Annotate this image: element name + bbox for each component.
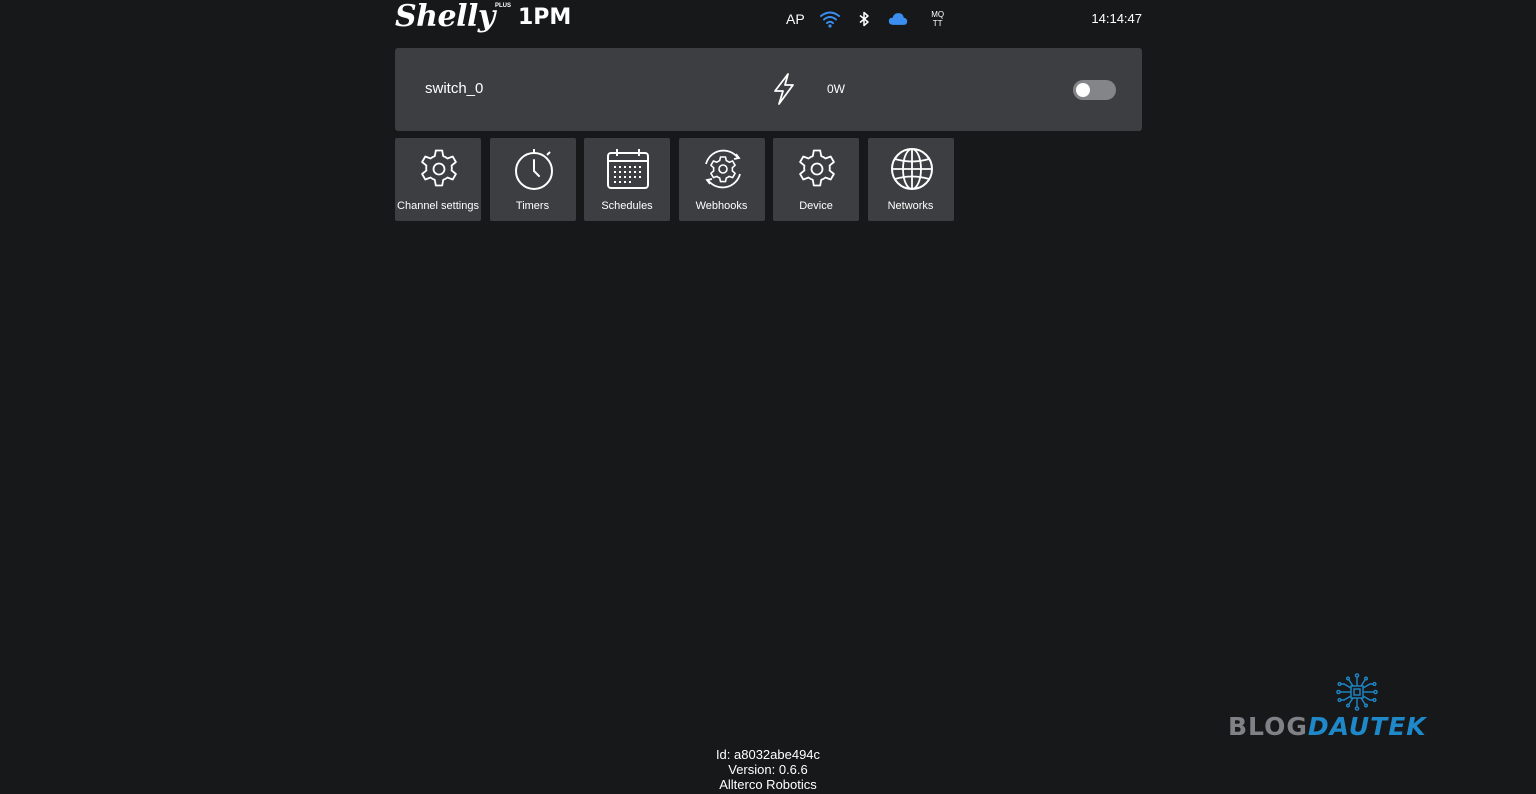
status-icons: AP MQ TT — [786, 8, 948, 30]
chip-icon — [1336, 673, 1378, 711]
blogdautek-watermark: BLOGDAUTEK — [1228, 672, 1484, 748]
menu-tiles: Channel settings Timers Schedules Webhoo… — [395, 138, 962, 221]
watermark-text: BLOGDAUTEK — [1228, 712, 1427, 741]
tile-label: Networks — [887, 200, 934, 212]
ap-status: AP — [786, 11, 805, 27]
globe-icon — [890, 148, 933, 190]
tile-label: Channel settings — [397, 200, 479, 212]
power-icon — [774, 73, 794, 105]
switch-card: switch_0 0W — [395, 48, 1142, 131]
logo-model: 1PM — [518, 5, 572, 30]
cloud-icon — [888, 9, 908, 29]
footer: Id: a8032abe494c Version: 0.6.6 Allterco… — [0, 747, 1536, 792]
mqtt-line2: TT — [932, 19, 943, 28]
gear-icon — [421, 149, 457, 187]
watermark-dautek: DAUTEK — [1307, 712, 1427, 741]
mqtt-status: MQ TT — [928, 10, 948, 28]
logo-plus: PLUS — [495, 3, 512, 9]
tile-label: Device — [799, 200, 833, 212]
logo-text: Shelly — [395, 0, 495, 34]
webhooks-tile[interactable]: Webhooks — [678, 138, 765, 221]
firmware-version: Version: 0.6.6 — [728, 762, 808, 777]
switch-toggle[interactable] — [1073, 80, 1116, 100]
device-id: Id: a8032abe494c — [715, 747, 821, 762]
clock: 14:14:47 — [1091, 11, 1142, 26]
mqtt-line1: MQ — [931, 10, 945, 19]
calendar-icon — [607, 149, 649, 189]
networks-tile[interactable]: Networks — [867, 138, 954, 221]
schedules-tile[interactable]: Schedules — [584, 138, 670, 221]
channel-settings-tile[interactable]: Channel settings — [395, 138, 481, 221]
tile-label: Schedules — [601, 200, 653, 212]
gear-icon — [799, 149, 835, 187]
toggle-knob — [1076, 83, 1090, 97]
device-tile[interactable]: Device — [773, 138, 859, 221]
timer-icon — [514, 149, 553, 190]
power-value: 0W — [827, 82, 845, 96]
bluetooth-icon — [854, 9, 874, 29]
timers-tile[interactable]: Timers — [489, 138, 576, 221]
vendor-name: Allterco Robotics — [719, 777, 817, 792]
watermark-blog: BLOG — [1228, 712, 1308, 741]
wifi-icon — [819, 9, 840, 29]
switch-name: switch_0 — [425, 80, 484, 97]
tile-label: Webhooks — [695, 200, 748, 212]
webhook-icon — [704, 149, 741, 189]
tile-label: Timers — [515, 200, 550, 212]
top-bar: Shelly PLUS 1PM AP MQ TT 14:14:47 — [395, 0, 1142, 40]
